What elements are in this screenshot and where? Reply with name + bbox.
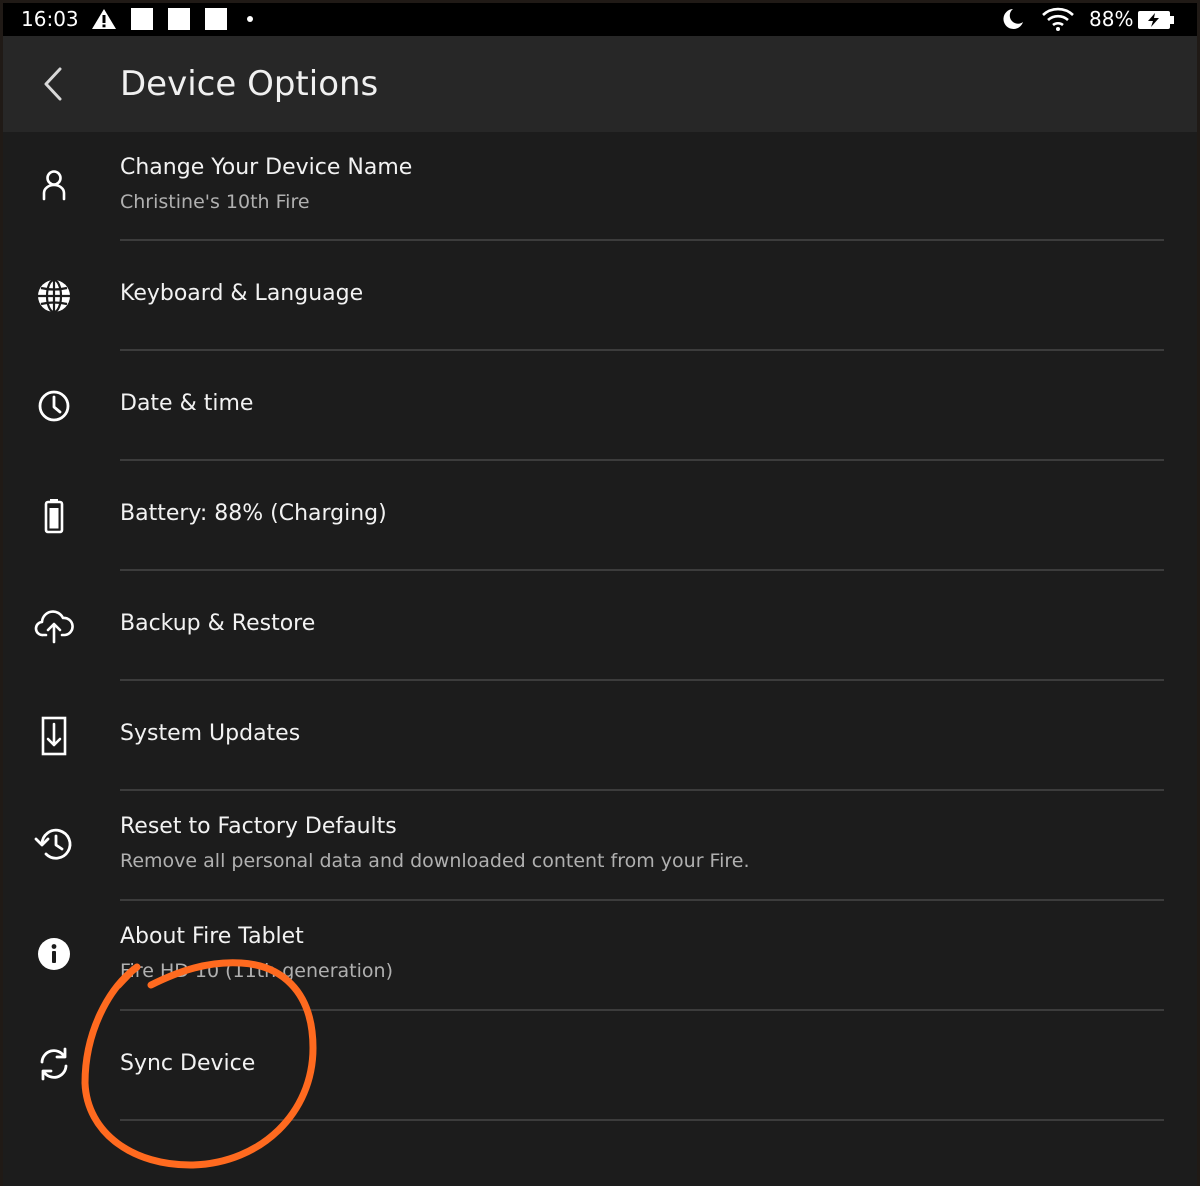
list-item-backup-restore[interactable]: Backup & Restore xyxy=(3,571,1197,681)
history-restore-icon xyxy=(34,824,74,864)
sync-icon xyxy=(34,1044,74,1084)
list-item-sync-device[interactable]: Sync Device xyxy=(3,1011,1197,1121)
app-bar: Device Options xyxy=(3,36,1197,132)
system-update-icon xyxy=(34,716,74,756)
list-item-battery[interactable]: Battery: 88% (Charging) xyxy=(3,461,1197,571)
wifi-icon xyxy=(1042,7,1074,31)
cloud-upload-icon xyxy=(34,606,74,646)
list-item-date-time[interactable]: Date & time xyxy=(3,351,1197,461)
list-item-keyboard-language[interactable]: Keyboard & Language xyxy=(3,241,1197,351)
notification-square-icon xyxy=(205,8,227,30)
list-item-subtitle: Christine's 10th Fire xyxy=(120,191,310,213)
list-item-title: About Fire Tablet xyxy=(120,924,304,949)
page-title: Device Options xyxy=(120,64,379,104)
globe-icon xyxy=(34,276,74,316)
list-item-title: Date & time xyxy=(120,391,254,416)
device-options-screen: 16:03 88% Device Options Change Your Dev… xyxy=(3,3,1197,1186)
battery-icon xyxy=(34,496,74,536)
info-icon xyxy=(34,934,74,974)
chevron-left-icon xyxy=(44,67,62,101)
back-button[interactable] xyxy=(23,54,83,114)
list-item-title: Change Your Device Name xyxy=(120,155,413,180)
list-item-subtitle: Remove all personal data and downloaded … xyxy=(120,850,750,872)
warning-icon xyxy=(92,9,116,29)
person-icon xyxy=(34,165,74,205)
list-item-title: Battery: 88% (Charging) xyxy=(120,501,387,526)
battery-charging-icon xyxy=(1138,11,1174,29)
settings-list: Change Your Device Name Christine's 10th… xyxy=(3,132,1197,1121)
list-item-title: System Updates xyxy=(120,721,301,746)
notification-square-icon xyxy=(131,8,153,30)
list-item-system-updates[interactable]: System Updates xyxy=(3,681,1197,791)
status-battery-percent: 88% xyxy=(1089,7,1134,31)
list-item-about-fire-tablet[interactable]: About Fire Tablet Fire HD 10 (11th gener… xyxy=(3,901,1197,1011)
clock-icon xyxy=(34,386,74,426)
list-item-reset-factory-defaults[interactable]: Reset to Factory Defaults Remove all per… xyxy=(3,791,1197,901)
list-item-subtitle: Fire HD 10 (11th generation) xyxy=(120,960,393,982)
status-bar: 16:03 88% xyxy=(3,3,1197,36)
notification-square-icon xyxy=(168,8,190,30)
dot-icon xyxy=(247,16,253,22)
divider xyxy=(120,1119,1164,1121)
list-item-title: Reset to Factory Defaults xyxy=(120,814,397,839)
list-item-title: Sync Device xyxy=(120,1051,256,1076)
list-item-title: Keyboard & Language xyxy=(120,281,364,306)
list-item-title: Backup & Restore xyxy=(120,611,316,636)
list-item-change-device-name[interactable]: Change Your Device Name Christine's 10th… xyxy=(3,132,1197,241)
do-not-disturb-moon-icon xyxy=(1003,9,1023,29)
status-time: 16:03 xyxy=(21,7,79,31)
